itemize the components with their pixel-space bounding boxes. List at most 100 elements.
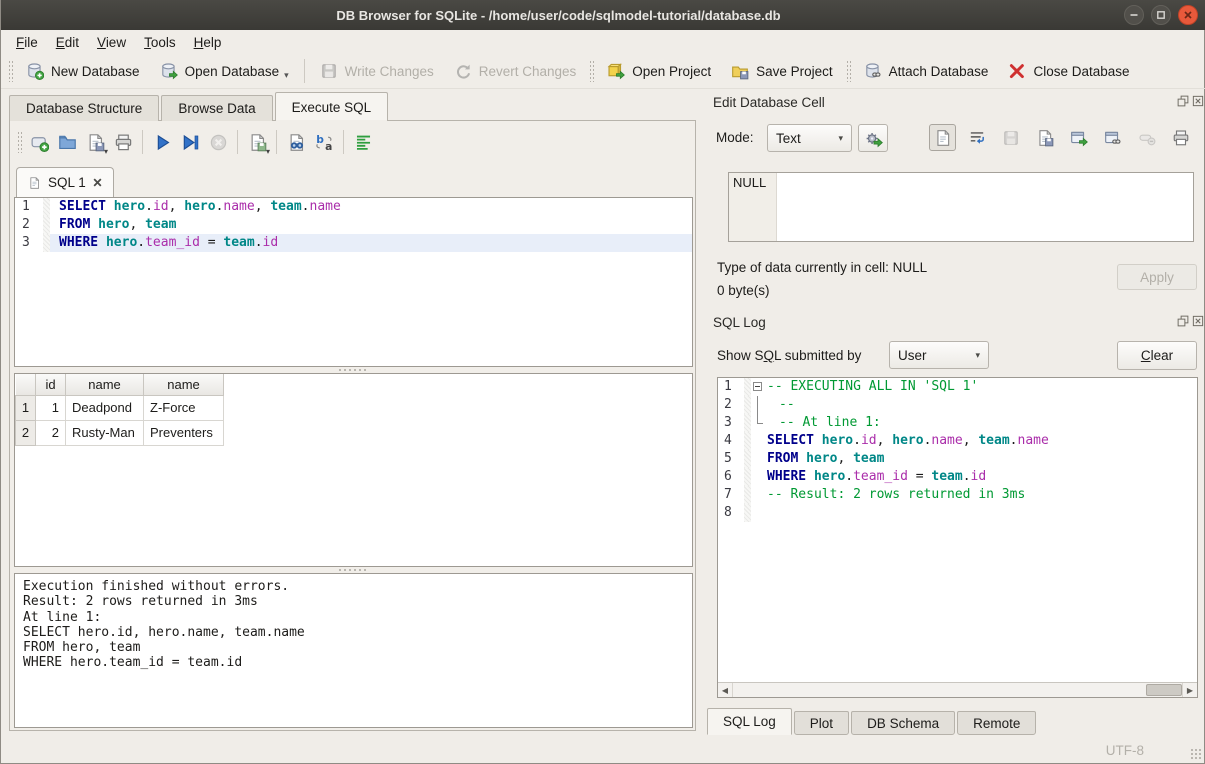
- chevron-down-icon[interactable]: ▾: [104, 147, 108, 156]
- table-cell[interactable]: Preventers: [144, 420, 224, 445]
- log-line-3[interactable]: 3-- At line 1:: [718, 414, 1197, 432]
- line-number: 3: [718, 414, 744, 432]
- clear-log-button[interactable]: Clear: [1117, 341, 1197, 370]
- replace-button[interactable]: ba: [310, 129, 338, 155]
- table-cell[interactable]: 2: [36, 420, 66, 445]
- open-project-button[interactable]: Open Project: [597, 56, 721, 86]
- dock-tab-sql-log[interactable]: SQL Log: [707, 708, 792, 735]
- fold-marker: [751, 432, 767, 450]
- table-cell[interactable]: Rusty-Man: [66, 420, 144, 445]
- find-button[interactable]: [282, 129, 310, 155]
- save-results-button[interactable]: ▾: [243, 129, 271, 155]
- float-dock-icon[interactable]: [1177, 95, 1189, 107]
- menu-tools[interactable]: Tools: [135, 32, 185, 53]
- apply-button[interactable]: Apply: [1117, 264, 1197, 290]
- tab-execute-sql[interactable]: Execute SQL: [275, 92, 389, 121]
- log-line-4[interactable]: 4SELECT hero.id, hero.name, team.name: [718, 432, 1197, 450]
- execute-all-button[interactable]: [148, 129, 176, 155]
- tab-database-structure[interactable]: Database Structure: [9, 95, 159, 121]
- editor-line-3[interactable]: 3WHERE hero.team_id = team.id: [15, 234, 692, 252]
- table-cell[interactable]: 1: [36, 395, 66, 420]
- dock-tab-remote[interactable]: Remote: [957, 711, 1036, 735]
- log-line-1[interactable]: 1-- EXECUTING ALL IN 'SQL 1': [718, 378, 1197, 396]
- column-header-name-2[interactable]: name: [144, 374, 224, 395]
- log-line-5[interactable]: 5FROM hero, team: [718, 450, 1197, 468]
- editor-tab-sql1[interactable]: SQL 1: [16, 167, 114, 197]
- cell-editor[interactable]: NULL: [728, 172, 1194, 242]
- chevron-down-icon[interactable]: ▾: [284, 70, 289, 81]
- export-data-button[interactable]: [1065, 124, 1092, 151]
- attach-database-button[interactable]: Attach Database: [854, 56, 999, 86]
- apply-settings-button[interactable]: [858, 124, 888, 152]
- new-tab-button[interactable]: [25, 129, 53, 155]
- toolbar-separator: [304, 59, 305, 83]
- save-project-button[interactable]: Save Project: [721, 56, 843, 86]
- chevron-down-icon[interactable]: ▾: [266, 147, 270, 156]
- menu-view[interactable]: View: [88, 32, 135, 53]
- encoding-indicator[interactable]: UTF-8: [1106, 743, 1144, 758]
- open-sql-file-button[interactable]: [53, 129, 81, 155]
- editor-line-1[interactable]: 1SELECT hero.id, hero.name, team.name: [15, 198, 692, 216]
- resize-grip[interactable]: [1189, 747, 1202, 760]
- cell-editor-content[interactable]: [777, 173, 1193, 241]
- menu-file[interactable]: File: [7, 32, 47, 53]
- table-row[interactable]: 11DeadpondZ-Force: [16, 395, 224, 420]
- save-as-button[interactable]: [1031, 124, 1058, 151]
- new-database-button[interactable]: New Database: [16, 56, 150, 86]
- editor-line-2[interactable]: 2FROM hero, team: [15, 216, 692, 234]
- close-button[interactable]: [1178, 5, 1198, 25]
- maximize-button[interactable]: [1151, 5, 1171, 25]
- print-icon: [114, 133, 133, 152]
- table-row[interactable]: 22Rusty-ManPreventers: [16, 420, 224, 445]
- table-cell[interactable]: Z-Force: [144, 395, 224, 420]
- row-header[interactable]: 1: [16, 395, 36, 420]
- close-database-button[interactable]: Close Database: [998, 56, 1139, 86]
- execute-current-line-button[interactable]: [176, 129, 204, 155]
- scrollbar-thumb[interactable]: [1146, 684, 1182, 696]
- sql-editor[interactable]: 1SELECT hero.id, hero.name, team.name2FR…: [14, 197, 693, 367]
- line-number: 4: [718, 432, 744, 450]
- execute-current-line-icon: [181, 133, 200, 152]
- close-dock-icon[interactable]: [1192, 315, 1204, 327]
- word-wrap-button[interactable]: [963, 124, 990, 151]
- write-changes-icon: [320, 62, 338, 80]
- log-line-7[interactable]: 7-- Result: 2 rows returned in 3ms: [718, 486, 1197, 504]
- column-header-id-0[interactable]: id: [36, 374, 66, 395]
- float-dock-icon[interactable]: [1177, 315, 1189, 327]
- text-mode-button[interactable]: [929, 124, 956, 151]
- log-line-2[interactable]: 2--: [718, 396, 1197, 414]
- sql-log-view[interactable]: 1-- EXECUTING ALL IN 'SQL 1'2--3-- At li…: [717, 377, 1198, 698]
- dock-tab-db-schema[interactable]: DB Schema: [851, 711, 955, 735]
- print-cell-button[interactable]: [1167, 124, 1194, 151]
- table-corner-header[interactable]: [16, 374, 36, 395]
- toolbar-handle: [17, 131, 22, 153]
- scroll-left-icon[interactable]: ◀: [718, 683, 733, 697]
- results-area: idnamename11DeadpondZ-Force22Rusty-ManPr…: [14, 373, 693, 567]
- log-horizontal-scrollbar[interactable]: ◀ ▶: [718, 682, 1197, 697]
- save-sql-file-button[interactable]: ▾: [81, 129, 109, 155]
- fold-marker[interactable]: [751, 378, 767, 396]
- log-line-8[interactable]: 8: [718, 504, 1197, 522]
- open-database-button[interactable]: Open Database▾: [150, 56, 299, 86]
- close-dock-icon[interactable]: [1192, 95, 1204, 107]
- tab-browse-data[interactable]: Browse Data: [161, 95, 272, 121]
- sql-log-dock-title: SQL Log: [713, 315, 766, 330]
- mode-dropdown[interactable]: Text▾: [767, 124, 852, 152]
- scroll-right-icon[interactable]: ▶: [1182, 683, 1197, 697]
- close-tab-icon[interactable]: [93, 178, 102, 187]
- log-line-6[interactable]: 6WHERE hero.team_id = team.id: [718, 468, 1197, 486]
- menu-help[interactable]: Help: [185, 32, 231, 53]
- fold-marker: [751, 504, 767, 522]
- minimize-button[interactable]: [1124, 5, 1144, 25]
- table-cell[interactable]: Deadpond: [66, 395, 144, 420]
- replace-icon: ba: [315, 133, 334, 152]
- column-header-name-1[interactable]: name: [66, 374, 144, 395]
- menu-edit[interactable]: Edit: [47, 32, 88, 53]
- row-header[interactable]: 2: [16, 420, 36, 445]
- dock-tab-plot[interactable]: Plot: [794, 711, 849, 735]
- format-button[interactable]: [349, 129, 377, 155]
- submitted-by-dropdown[interactable]: User▾: [889, 341, 989, 369]
- link-data-button[interactable]: [1099, 124, 1126, 151]
- print-button[interactable]: [109, 129, 137, 155]
- chevron-down-icon: ▾: [975, 350, 980, 361]
